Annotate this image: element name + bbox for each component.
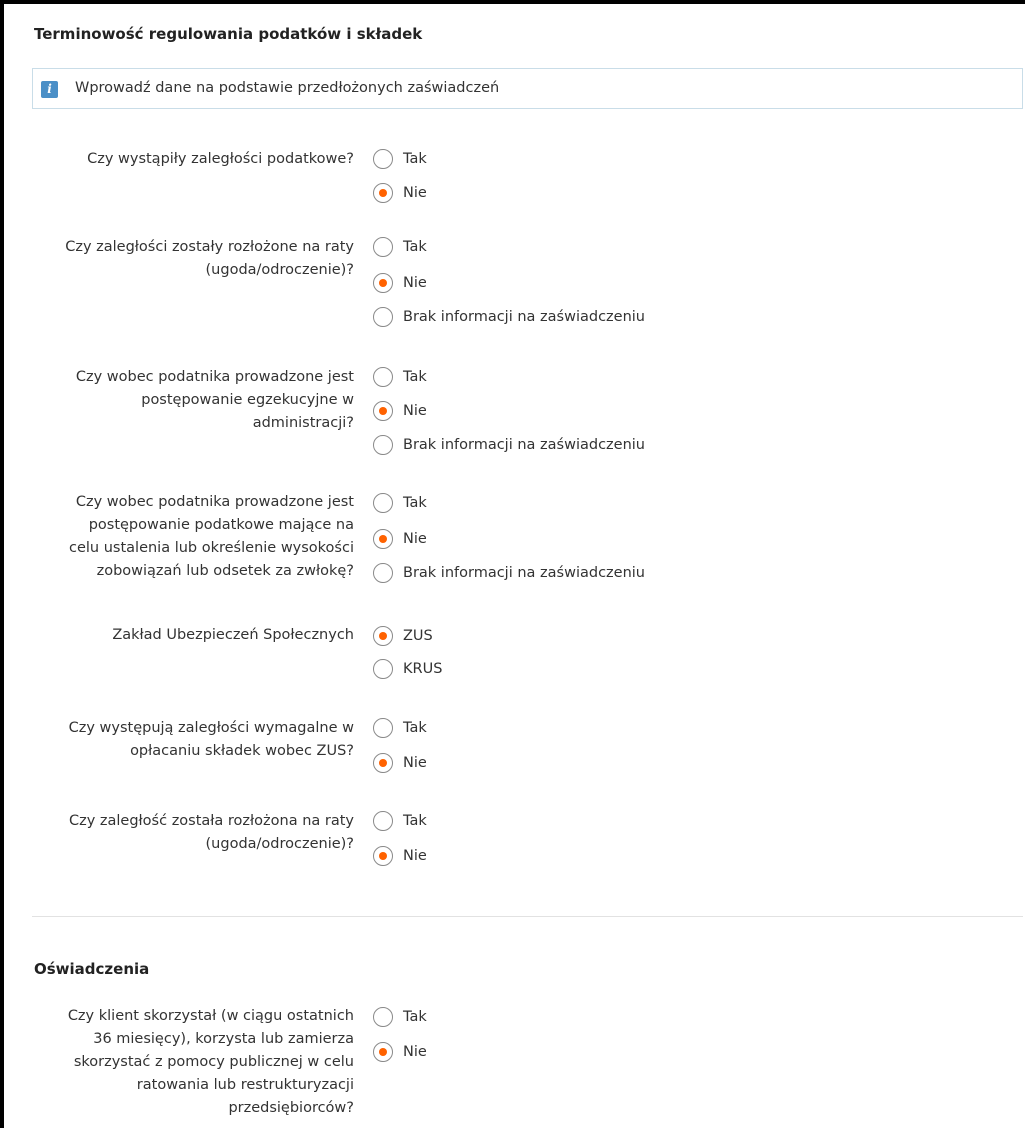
question-line: Czy wystąpiły zaległości podatkowe? [87,151,354,167]
radio-circle[interactable] [373,659,393,679]
question-line: Czy występują zaległości wymagalne w [68,720,354,736]
radio-option-nie[interactable]: Nie [373,400,427,422]
question-line: (ugoda/odroczenie)? [205,836,354,852]
radio-circle[interactable] [373,718,393,738]
section-title-declarations: Oświadczenia [34,960,150,978]
radio-label: Tak [403,369,427,385]
radio-option-no-info[interactable]: Brak informacji na zaświadczeniu [373,306,645,328]
radio-label: Nie [403,403,427,419]
question-line: Czy wobec podatnika prowadzone jest [75,369,354,385]
radio-label: Nie [403,531,427,547]
question-line: opłacaniu składek wobec ZUS? [130,743,354,759]
radio-option-nie[interactable]: Nie [373,182,427,204]
radio-option-no-info[interactable]: Brak informacji na zaświadczeniu [373,562,645,584]
radio-circle-checked[interactable] [373,626,393,646]
info-banner: i Wprowadź dane na podstawie przedłożony… [32,68,1023,109]
radio-circle[interactable] [373,307,393,327]
radio-label: ZUS [403,628,433,644]
radio-label: Brak informacji na zaświadczeniu [403,565,645,581]
question-line: zobowiązań lub odsetek za zwłokę? [96,563,354,579]
radio-circle[interactable] [373,563,393,583]
question-public-aid: Czy klient skorzystał (w ciągu ostatnich… [32,1005,354,1120]
question-line: Czy klient skorzystał (w ciągu ostatnich [67,1008,354,1024]
question-social-insurance: Zakład Ubezpieczeń Społecznych [32,624,354,647]
radio-circle-checked[interactable] [373,529,393,549]
radio-label: Tak [403,239,427,255]
question-line: celu ustalenia lub określenie wysokości [69,540,354,556]
radio-option-tak[interactable]: Tak [373,492,427,514]
radio-label: Brak informacji na zaświadczeniu [403,309,645,325]
radio-circle[interactable] [373,811,393,831]
radio-label: Tak [403,720,427,736]
radio-option-no-info[interactable]: Brak informacji na zaświadczeniu [373,434,645,456]
radio-label: Tak [403,495,427,511]
radio-circle[interactable] [373,149,393,169]
section-title-taxes: Terminowość regulowania podatków i skład… [34,25,423,43]
radio-circle-checked[interactable] [373,1042,393,1062]
radio-option-tak[interactable]: Tak [373,1006,427,1028]
info-banner-text: Wprowadź dane na podstawie przedłożonych… [75,80,500,96]
question-zus-arrears: Czy występują zaległości wymagalne w opł… [32,717,354,763]
radio-option-zus[interactable]: ZUS [373,625,433,647]
radio-circle[interactable] [373,367,393,387]
radio-circle[interactable] [373,493,393,513]
radio-circle[interactable] [373,1007,393,1027]
radio-label: Nie [403,1044,427,1060]
radio-option-nie[interactable]: Nie [373,528,427,550]
radio-option-nie[interactable]: Nie [373,752,427,774]
radio-option-tak[interactable]: Tak [373,717,427,739]
radio-circle-checked[interactable] [373,273,393,293]
radio-label: Tak [403,813,427,829]
radio-circle[interactable] [373,435,393,455]
radio-circle-checked[interactable] [373,753,393,773]
question-line: administracji? [252,415,354,431]
radio-option-nie[interactable]: Nie [373,1041,427,1063]
question-line: ratowania lub restrukturyzacji [136,1077,354,1093]
question-line: Czy wobec podatnika prowadzone jest [75,494,354,510]
radio-label: Nie [403,275,427,291]
section-divider [32,916,1023,917]
question-line: postępowanie egzekucyjne w [141,392,354,408]
radio-label: Tak [403,151,427,167]
question-line: Czy zaległość została rozłożona na raty [68,813,354,829]
info-icon: i [41,81,58,98]
question-tax-arrears: Czy wystąpiły zaległości podatkowe? [32,148,354,171]
radio-option-tak[interactable]: Tak [373,148,427,170]
question-line: skorzystać z pomocy publicznej w celu [73,1054,354,1070]
question-zus-installments: Czy zaległość została rozłożona na raty … [32,810,354,856]
question-tax-installments: Czy zaległości zostały rozłożone na raty… [32,236,354,282]
radio-label: Nie [403,185,427,201]
form-panel: Terminowość regulowania podatków i skład… [0,0,1025,1128]
radio-option-tak[interactable]: Tak [373,810,427,832]
radio-circle[interactable] [373,237,393,257]
question-line: Zakład Ubezpieczeń Społecznych [112,627,354,643]
radio-circle-checked[interactable] [373,846,393,866]
radio-label: Nie [403,848,427,864]
radio-circle-checked[interactable] [373,401,393,421]
question-line: przedsiębiorców? [228,1100,354,1116]
question-line: postępowanie podatkowe mające na [88,517,354,533]
question-enforcement: Czy wobec podatnika prowadzone jest post… [32,366,354,435]
radio-option-krus[interactable]: KRUS [373,658,442,680]
question-tax-proceedings: Czy wobec podatnika prowadzone jest post… [32,491,354,583]
radio-circle-checked[interactable] [373,183,393,203]
radio-option-nie[interactable]: Nie [373,845,427,867]
radio-option-nie[interactable]: Nie [373,272,427,294]
radio-option-tak[interactable]: Tak [373,366,427,388]
radio-option-tak[interactable]: Tak [373,236,427,258]
question-line: (ugoda/odroczenie)? [205,262,354,278]
radio-label: Brak informacji na zaświadczeniu [403,437,645,453]
question-line: Czy zaległości zostały rozłożone na raty [65,239,354,255]
question-line: 36 miesięcy), korzysta lub zamierza [93,1031,354,1047]
radio-label: Tak [403,1009,427,1025]
radio-label: Nie [403,755,427,771]
radio-label: KRUS [403,661,443,677]
